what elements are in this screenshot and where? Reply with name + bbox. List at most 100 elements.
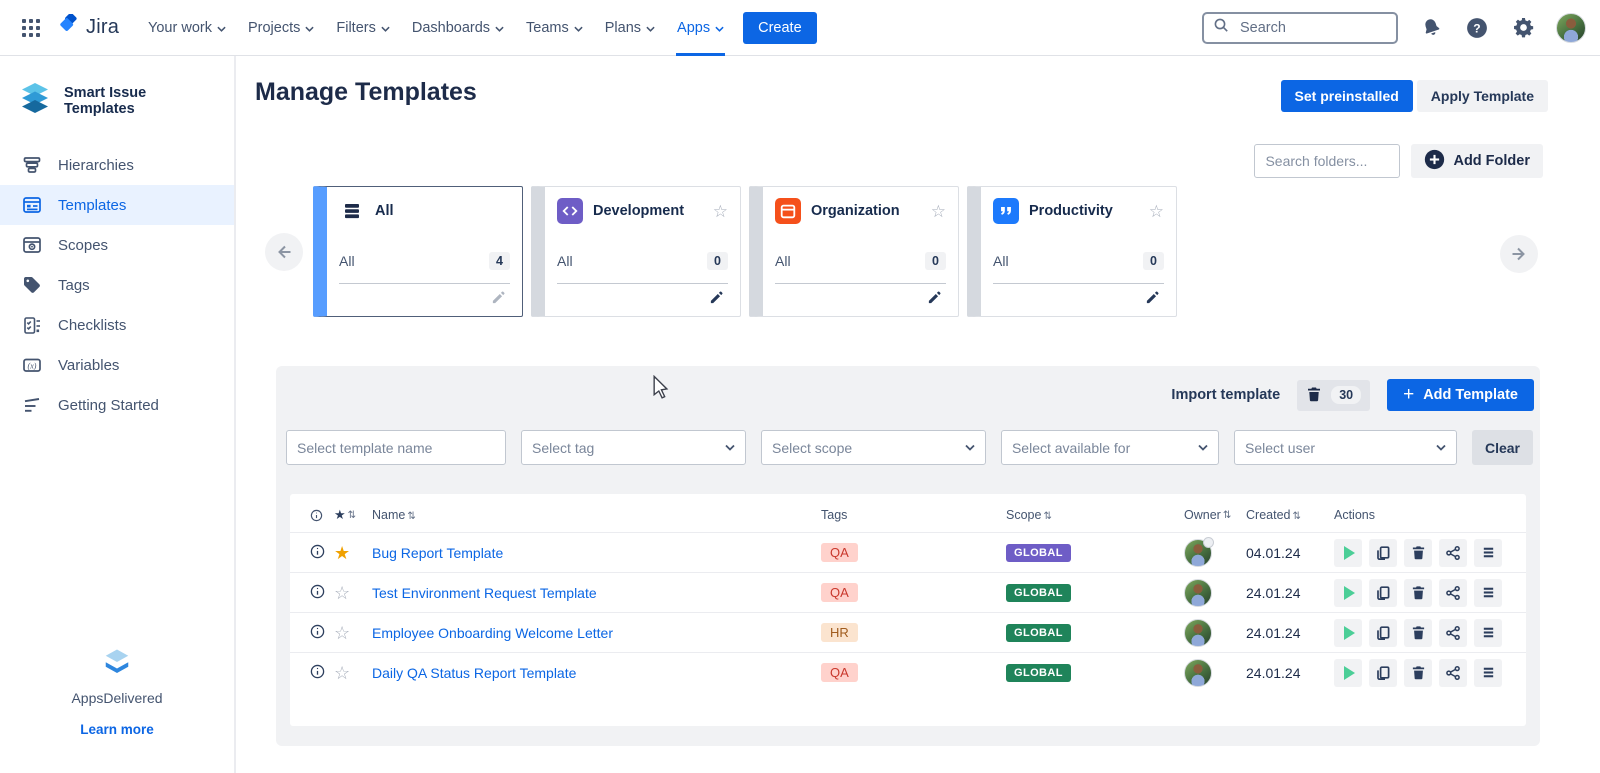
info-icon[interactable] (310, 624, 325, 642)
nav-item-filters[interactable]: Filters (325, 0, 400, 56)
favorite-star-icon[interactable]: ☆ (334, 624, 350, 642)
folder-card-all[interactable]: All All 4 (313, 186, 523, 317)
plus-icon: + (1403, 385, 1414, 404)
notifications-bell-icon[interactable] (1418, 15, 1444, 41)
sidebar-item-label: Getting Started (58, 397, 159, 414)
share-template-button[interactable] (1439, 619, 1467, 647)
global-search[interactable] (1202, 12, 1398, 44)
help-icon[interactable]: ? (1464, 15, 1490, 41)
info-icon[interactable] (310, 664, 325, 682)
template-name-link[interactable]: Daily QA Status Report Template (372, 665, 576, 681)
name-column-header[interactable]: Name⇅ (372, 508, 821, 522)
run-template-button[interactable] (1334, 619, 1362, 647)
set-preinstalled-button[interactable]: Set preinstalled (1281, 80, 1413, 112)
sidebar-item-hierarchies[interactable]: Hierarchies (0, 145, 234, 185)
row-menu-button[interactable] (1474, 539, 1502, 567)
import-template-link[interactable]: Import template (1171, 387, 1280, 403)
folder-card-productivity[interactable]: Productivity ☆ All 0 (967, 186, 1177, 317)
edit-pencil-icon[interactable] (491, 290, 506, 310)
created-column-header[interactable]: Created⇅ (1246, 508, 1334, 522)
template-name-link[interactable]: Employee Onboarding Welcome Letter (372, 625, 613, 641)
scope-filter-select[interactable]: Select scope (761, 430, 986, 465)
carousel-left-arrow[interactable] (265, 233, 303, 271)
created-date: 24.01.24 (1246, 585, 1334, 601)
favorite-star-icon[interactable]: ☆ (334, 664, 350, 682)
row-menu-button[interactable] (1474, 659, 1502, 687)
share-template-button[interactable] (1439, 539, 1467, 567)
copy-template-button[interactable] (1369, 659, 1397, 687)
edit-pencil-icon[interactable] (1145, 290, 1160, 310)
run-template-button[interactable] (1334, 659, 1362, 687)
nav-item-teams[interactable]: Teams (515, 0, 594, 56)
nav-item-projects[interactable]: Projects (237, 0, 325, 56)
sidebar-item-variables[interactable]: (x) Variables (0, 345, 234, 385)
sidebar-item-tags[interactable]: Tags (0, 265, 234, 305)
edit-pencil-icon[interactable] (709, 290, 724, 310)
sidebar-item-checklists[interactable]: Checklists (0, 305, 234, 345)
copy-template-button[interactable] (1369, 579, 1397, 607)
user-filter-select[interactable]: Select user (1234, 430, 1457, 465)
nav-item-plans[interactable]: Plans (594, 0, 666, 56)
svg-text:?: ? (1473, 21, 1480, 35)
row-menu-button[interactable] (1474, 619, 1502, 647)
share-template-button[interactable] (1439, 579, 1467, 607)
nav-item-apps[interactable]: Apps (666, 0, 735, 56)
copy-template-button[interactable] (1369, 619, 1397, 647)
create-button[interactable]: Create (743, 12, 817, 44)
delete-template-button[interactable] (1404, 579, 1432, 607)
info-icon[interactable] (310, 584, 325, 602)
template-name-link[interactable]: Test Environment Request Template (372, 585, 597, 601)
settings-gear-icon[interactable] (1510, 15, 1536, 41)
sidebar-item-scopes[interactable]: Scopes (0, 225, 234, 265)
favorite-star-icon[interactable]: ☆ (1149, 203, 1164, 220)
learn-more-link[interactable]: Learn more (80, 722, 154, 737)
owner-avatar (1184, 579, 1212, 607)
delete-template-button[interactable] (1404, 619, 1432, 647)
play-icon (1344, 546, 1355, 560)
nav-item-dashboards[interactable]: Dashboards (401, 0, 515, 56)
favorite-star-icon[interactable]: ☆ (334, 584, 350, 602)
template-name-link[interactable]: Bug Report Template (372, 545, 503, 561)
bulk-delete-button[interactable]: 30 (1297, 380, 1370, 411)
sidebar-item-label: Hierarchies (58, 157, 134, 174)
info-column-header[interactable] (310, 509, 334, 522)
jira-logo[interactable]: Jira (58, 14, 119, 41)
add-template-button[interactable]: + Add Template (1387, 379, 1534, 411)
app-switcher-icon[interactable] (14, 11, 48, 45)
sidebar-item-templates[interactable]: Templates (0, 185, 234, 225)
sidebar-item-getting-started[interactable]: Getting Started (0, 385, 234, 425)
copy-template-button[interactable] (1369, 539, 1397, 567)
copy-icon (1375, 545, 1391, 561)
owner-avatar (1184, 539, 1212, 567)
share-template-button[interactable] (1439, 659, 1467, 687)
scope-column-header[interactable]: Scope⇅ (1006, 508, 1184, 522)
app-logo[interactable]: Smart Issue Templates (0, 56, 234, 145)
run-template-button[interactable] (1334, 539, 1362, 567)
row-menu-button[interactable] (1474, 579, 1502, 607)
favorite-star-icon[interactable]: ☆ (931, 203, 946, 220)
favorite-star-icon[interactable]: ☆ (713, 203, 728, 220)
scope-badge: GLOBAL (1006, 544, 1071, 562)
search-input[interactable] (1238, 19, 1387, 37)
user-avatar[interactable] (1556, 13, 1586, 43)
delete-template-button[interactable] (1404, 539, 1432, 567)
star-column-header[interactable]: ★⇅ (334, 507, 372, 523)
search-folders-input[interactable] (1254, 144, 1400, 178)
row-actions (1334, 579, 1506, 607)
nav-item-your-work[interactable]: Your work (137, 0, 237, 56)
apply-template-button[interactable]: Apply Template (1417, 80, 1548, 112)
add-folder-button[interactable]: Add Folder (1411, 144, 1543, 178)
favorite-star-icon[interactable]: ★ (334, 544, 350, 562)
clear-filters-button[interactable]: Clear (1472, 430, 1533, 465)
template-name-filter-input[interactable] (286, 430, 506, 465)
folder-card-development[interactable]: Development ☆ All 0 (531, 186, 741, 317)
tag-filter-select[interactable]: Select tag (521, 430, 746, 465)
delete-template-button[interactable] (1404, 659, 1432, 687)
carousel-right-arrow[interactable] (1500, 235, 1538, 273)
available-for-filter-select[interactable]: Select available for (1001, 430, 1219, 465)
edit-pencil-icon[interactable] (927, 290, 942, 310)
folder-card-organization[interactable]: Organization ☆ All 0 (749, 186, 959, 317)
run-template-button[interactable] (1334, 579, 1362, 607)
info-icon[interactable] (310, 544, 325, 562)
owner-column-header[interactable]: Owner⇅ (1184, 508, 1246, 522)
